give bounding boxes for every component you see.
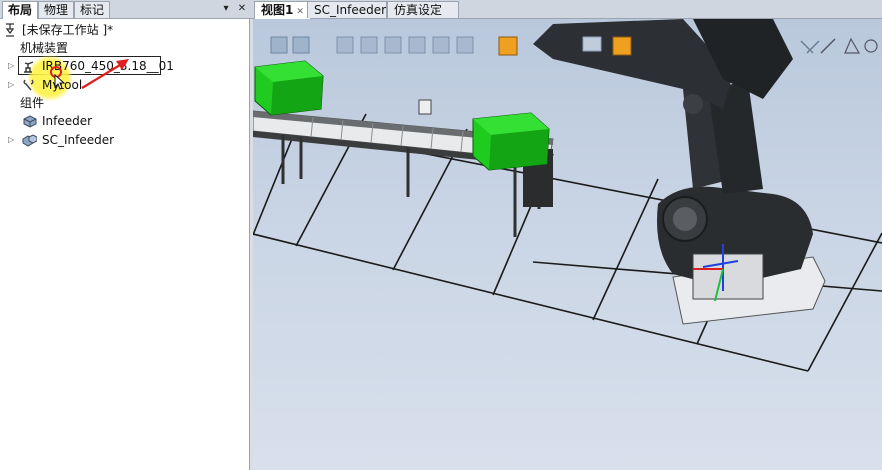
toolbar-active-snap-button[interactable] bbox=[612, 36, 632, 56]
scene-graphics bbox=[253, 19, 882, 372]
tab-markup[interactable]: 标记 bbox=[74, 1, 111, 18]
expand-icon[interactable]: ▷ bbox=[8, 131, 16, 149]
smart-component-icon bbox=[22, 134, 37, 147]
toolbar-snap-button[interactable] bbox=[408, 36, 426, 54]
close-icon[interactable]: ✕ bbox=[236, 3, 248, 15]
toolbar-active-snap-button[interactable] bbox=[498, 36, 518, 56]
component-label: SC_Infeeder bbox=[42, 133, 115, 147]
station-icon bbox=[5, 23, 15, 37]
section-mechanisms-label: 机械装置 bbox=[20, 41, 69, 55]
mouse-pointer-icon bbox=[54, 74, 66, 90]
view-tabbar: 视图1 ✕ SC_Infeeder 仿真设定 bbox=[250, 0, 882, 19]
tree-row-station[interactable]: [未保存工作站 ]* bbox=[0, 21, 250, 39]
toolbar-select-button[interactable] bbox=[582, 36, 602, 52]
toolbar-snap-button[interactable] bbox=[336, 36, 354, 54]
tab-view1[interactable]: 视图1 ✕ bbox=[254, 1, 311, 19]
tab-view1-label: 视图1 bbox=[261, 3, 294, 17]
toolbar-view-button[interactable] bbox=[292, 36, 310, 54]
green-box bbox=[254, 60, 324, 116]
3d-viewport[interactable] bbox=[253, 19, 882, 470]
component-label: Infeeder bbox=[42, 114, 93, 128]
robot-model bbox=[533, 19, 826, 325]
pin-dropdown-icon[interactable]: ▾ bbox=[220, 3, 232, 15]
close-icon[interactable]: ✕ bbox=[296, 7, 304, 17]
toolbar-view-button[interactable] bbox=[270, 36, 288, 54]
toolbar-measure-button[interactable] bbox=[820, 38, 836, 54]
toolbar-snap-button[interactable] bbox=[360, 36, 378, 54]
toolbar-snap-button[interactable] bbox=[432, 36, 450, 54]
expand-icon[interactable]: ▷ bbox=[8, 76, 16, 94]
toolbar-measure-button[interactable] bbox=[800, 40, 820, 54]
toolbar-snap-button[interactable] bbox=[384, 36, 402, 54]
robot-icon bbox=[24, 61, 34, 73]
tool-icon bbox=[23, 79, 34, 91]
tab-simulation-setup[interactable]: 仿真设定 bbox=[387, 1, 459, 18]
tab-sc-infeeder[interactable]: SC_Infeeder bbox=[307, 1, 387, 18]
layout-panel: 布局 物理 标记 ▾ ✕ [未保存工作站 ]* 机械装置 ▷ IRB760_45… bbox=[0, 0, 250, 470]
toolbar-measure-button[interactable] bbox=[844, 37, 861, 54]
component-icon bbox=[23, 115, 37, 128]
toolbar-measure-button[interactable] bbox=[864, 39, 878, 53]
expand-icon[interactable]: ▷ bbox=[8, 57, 16, 75]
layout-tabbar: 布局 物理 标记 ▾ ✕ bbox=[0, 0, 250, 19]
section-components-label: 组件 bbox=[20, 96, 45, 110]
green-box bbox=[472, 112, 550, 171]
station-title: [未保存工作站 ]* bbox=[22, 23, 114, 37]
toolbar-snap-button[interactable] bbox=[456, 36, 474, 54]
tab-physics[interactable]: 物理 bbox=[38, 1, 75, 18]
tab-layout[interactable]: 布局 bbox=[2, 1, 39, 19]
